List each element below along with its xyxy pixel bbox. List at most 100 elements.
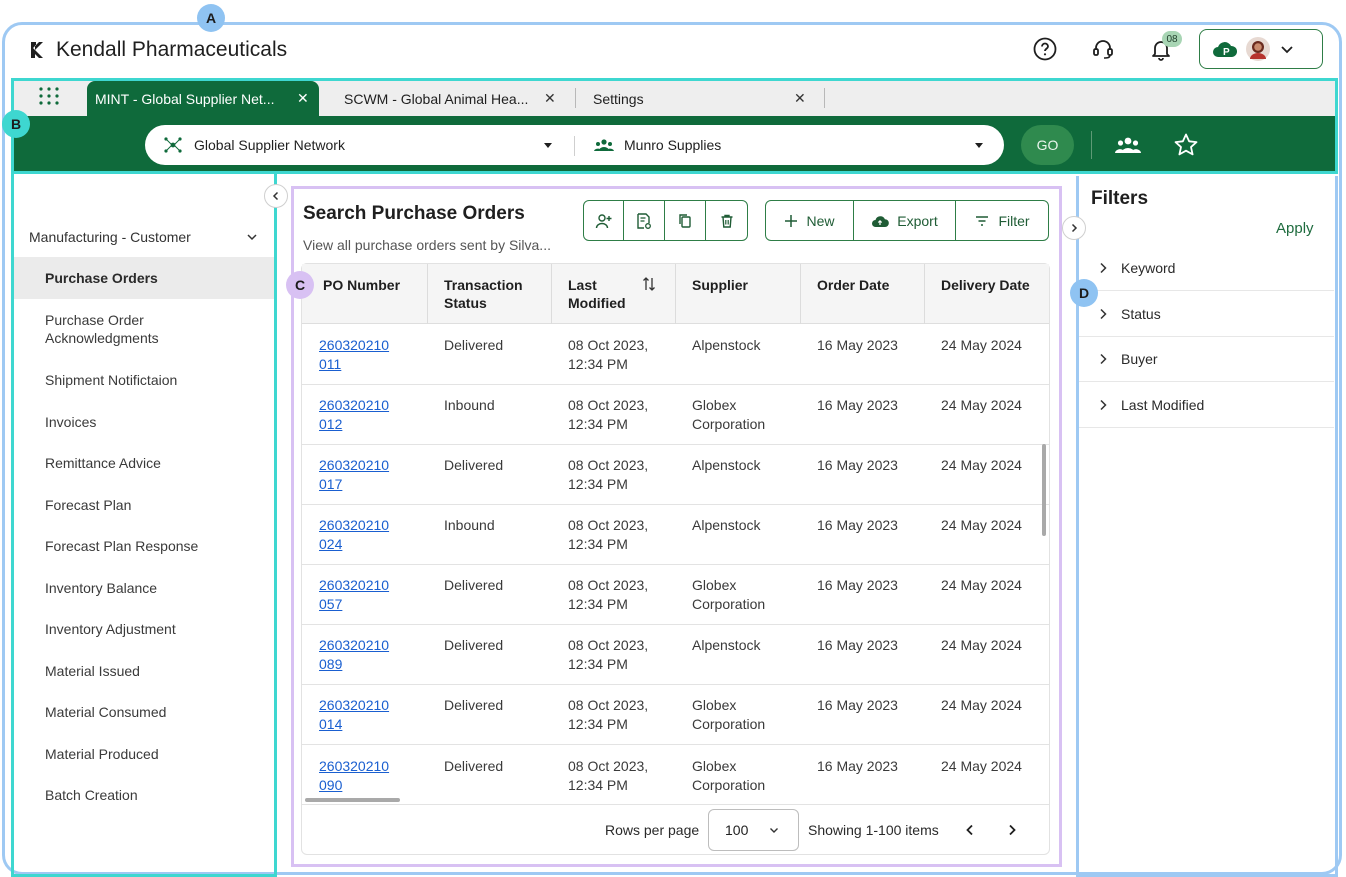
expand-filters-button[interactable] — [1062, 216, 1086, 240]
collapse-sidebar-button[interactable] — [264, 184, 288, 208]
export-button[interactable]: Export — [853, 200, 956, 241]
supplier-name: Globex Corporation — [692, 397, 766, 432]
chevron-down-icon[interactable] — [245, 230, 259, 244]
close-icon[interactable]: ✕ — [794, 90, 806, 107]
po-number-link[interactable]: 260320210 011 — [319, 336, 399, 374]
column-header-supplier[interactable]: Supplier — [692, 276, 748, 336]
sidebar-item-label: Inventory Adjustment — [45, 621, 176, 637]
network-icon — [163, 136, 183, 154]
po-number-link[interactable]: 260320210 024 — [319, 516, 399, 554]
view-document-button[interactable] — [623, 200, 665, 241]
apply-filters-button[interactable]: Apply — [1276, 220, 1314, 237]
next-page-icon[interactable] — [1005, 823, 1019, 837]
network-select-value[interactable]: Global Supplier Network — [194, 137, 345, 153]
sort-icon[interactable] — [641, 276, 657, 292]
svg-text:P: P — [1223, 47, 1230, 58]
help-icon[interactable] — [1032, 36, 1058, 62]
delivery-date: 24 May 2024 — [941, 697, 1022, 713]
close-icon[interactable]: ✕ — [544, 90, 556, 107]
transaction-status: Delivered — [444, 577, 504, 593]
star-icon[interactable] — [1173, 132, 1199, 158]
last-modified: 08 Oct 2023, 12:34 PM — [568, 577, 649, 612]
tab-separator — [824, 88, 825, 108]
assign-user-button[interactable] — [583, 200, 624, 241]
column-header-transaction-status[interactable]: Transaction Status — [444, 276, 544, 336]
sidebar-item-batch-creation[interactable]: Batch Creation — [14, 786, 274, 804]
vertical-scrollbar[interactable] — [1042, 444, 1046, 536]
sidebar-item-label: Forecast Plan Response — [45, 538, 199, 554]
po-number-link[interactable]: 260320210 017 — [319, 456, 399, 494]
order-date: 16 May 2023 — [817, 758, 898, 774]
filter-label: Keyword — [1121, 259, 1176, 276]
tab-settings[interactable]: Settings ✕ — [577, 81, 822, 116]
sidebar-item-inventory-adjustment[interactable]: Inventory Adjustment — [14, 620, 274, 638]
sidebar-item-material-issued[interactable]: Material Issued — [14, 662, 274, 680]
supplier-dropdown-caret-icon[interactable] — [973, 140, 985, 150]
filter-buyer[interactable]: Buyer — [1079, 336, 1334, 382]
column-header-po-number[interactable]: PO Number — [323, 276, 400, 336]
sidebar-item-material-produced[interactable]: Material Produced — [14, 745, 274, 763]
sidebar-item-forecast-plan-response[interactable]: Forecast Plan Response — [14, 537, 274, 555]
document-search-icon — [637, 212, 651, 229]
column-header-order-date[interactable]: Order Date — [817, 276, 889, 336]
new-button[interactable]: New — [765, 200, 854, 241]
supplier-select-value[interactable]: Munro Supplies — [624, 137, 721, 153]
po-number-link[interactable]: 260320210 014 — [319, 696, 399, 734]
go-button[interactable]: GO — [1021, 125, 1074, 165]
cloud-export-icon — [872, 215, 890, 227]
sidebar-item-label: Shipment Notifictaion — [45, 372, 178, 388]
app-grid-icon[interactable] — [38, 86, 60, 106]
copy-button[interactable] — [664, 200, 706, 241]
po-number-link[interactable]: 260320210 012 — [319, 396, 399, 434]
filter-button-label: Filter — [998, 212, 1030, 229]
pill-divider — [574, 136, 575, 156]
po-number-link[interactable]: 260320210 090 — [319, 757, 399, 795]
showing-items-text: Showing 1-100 items — [808, 822, 939, 838]
delete-button[interactable] — [705, 200, 748, 241]
sidebar-item-inventory-balance[interactable]: Inventory Balance — [14, 579, 274, 597]
filter-last-modified[interactable]: Last Modified — [1079, 382, 1334, 428]
column-separator — [675, 264, 676, 324]
sidebar-item-po-acknowledgments[interactable]: Purchase Order Acknowledgments — [14, 311, 254, 347]
transaction-status: Delivered — [444, 337, 504, 353]
filter-lines-icon — [976, 215, 989, 226]
sidebar-item-remittance-advice[interactable]: Remittance Advice — [14, 454, 274, 472]
rows-per-page-select[interactable]: 100 — [708, 809, 799, 851]
horizontal-scrollbar[interactable] — [305, 798, 400, 802]
network-dropdown-caret-icon[interactable] — [542, 140, 554, 150]
sidebar-group-manufacturing[interactable]: Manufacturing - Customer — [29, 229, 191, 245]
sidebar-item-shipment-notification[interactable]: Shipment Notifictaion — [14, 371, 274, 389]
chevron-right-icon — [1100, 308, 1107, 319]
avatar — [1246, 37, 1270, 61]
transaction-status: Delivered — [444, 758, 504, 774]
row-divider — [302, 804, 1049, 805]
account-menu-button[interactable]: P — [1199, 29, 1323, 69]
tab-scwm-global-animal[interactable]: SCWM - Global Animal Hea... ✕ — [328, 81, 566, 116]
team-icon[interactable] — [1115, 134, 1141, 156]
filter-status[interactable]: Status — [1079, 291, 1334, 337]
delivery-date: 24 May 2024 — [941, 397, 1022, 413]
sidebar-item-label: Remittance Advice — [45, 455, 161, 471]
last-modified: 08 Oct 2023, 12:34 PM — [568, 517, 649, 552]
sidebar-item-purchase-orders[interactable]: Purchase Orders — [14, 257, 274, 299]
sidebar-item-material-consumed[interactable]: Material Consumed — [14, 703, 274, 721]
sidebar-item-forecast-plan[interactable]: Forecast Plan — [14, 496, 274, 514]
support-headset-icon[interactable] — [1090, 36, 1116, 62]
annotation-marker-b: B — [2, 110, 30, 138]
sidebar-item-label: Purchase Orders — [45, 270, 158, 286]
po-number-link[interactable]: 260320210 089 — [319, 636, 399, 674]
column-separator — [924, 264, 925, 324]
column-header-delivery-date[interactable]: Delivery Date — [941, 276, 1030, 336]
tab-mint-global-supplier[interactable]: MINT - Global Supplier Net... ✕ — [87, 81, 319, 116]
supplier-group-icon — [594, 136, 614, 154]
po-number-link[interactable]: 260320210 057 — [319, 576, 399, 614]
order-date: 16 May 2023 — [817, 517, 898, 533]
filter-keyword[interactable]: Keyword — [1079, 245, 1334, 291]
prev-page-icon[interactable] — [963, 823, 977, 837]
sidebar-item-invoices[interactable]: Invoices — [14, 413, 274, 431]
close-icon[interactable]: ✕ — [297, 90, 309, 107]
filter-label: Buyer — [1121, 350, 1158, 367]
notification-count-badge: 08 — [1162, 31, 1182, 47]
column-header-last-modified[interactable]: Last Modified — [568, 276, 638, 336]
filter-button[interactable]: Filter — [955, 200, 1049, 241]
